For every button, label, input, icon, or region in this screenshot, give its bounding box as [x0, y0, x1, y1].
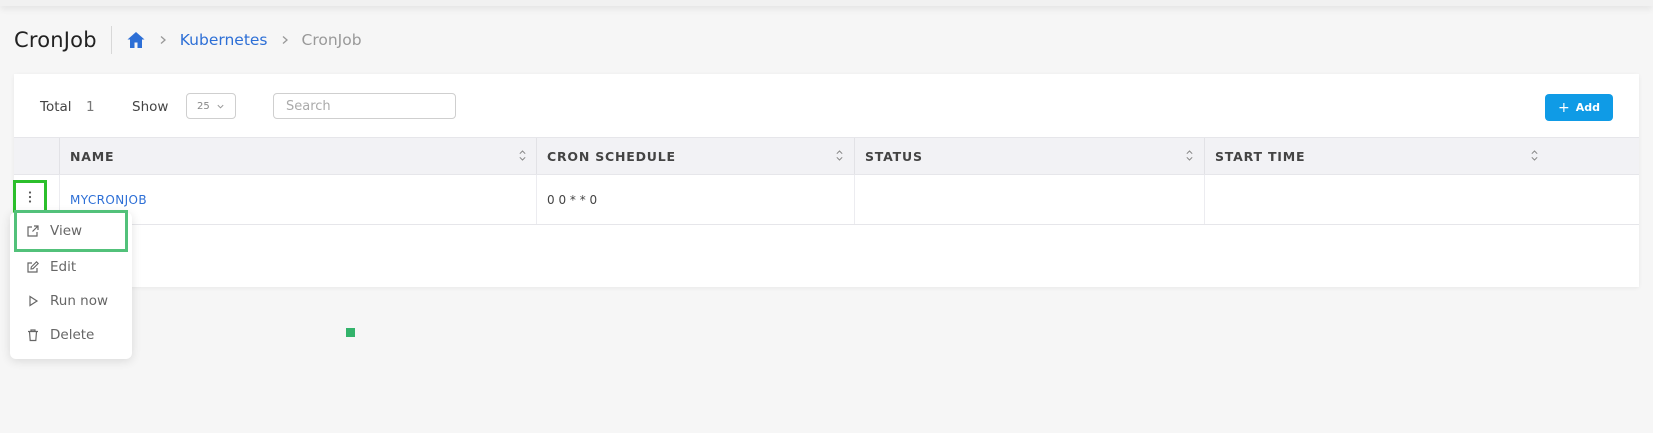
- add-button-label: Add: [1575, 101, 1600, 114]
- page-size-select[interactable]: 25: [186, 93, 236, 119]
- page-title: CronJob: [14, 28, 97, 52]
- cronjob-name-link[interactable]: MYCRONJOB: [70, 193, 147, 207]
- edit-icon: [26, 260, 40, 274]
- show-label: Show: [132, 99, 169, 115]
- search-input[interactable]: [273, 93, 456, 119]
- page-size-value: 25: [197, 100, 210, 112]
- sort-icon: [518, 149, 527, 162]
- cell-status: [854, 175, 1204, 224]
- column-header-label: NAME: [70, 148, 115, 164]
- sort-icon: [1185, 149, 1194, 162]
- chevron-right-icon: [280, 35, 290, 45]
- menu-item-run-now[interactable]: Run now: [14, 284, 128, 318]
- breadcrumb-current: CronJob: [301, 31, 362, 49]
- row-actions-menu: View Edit Run now Delete: [10, 210, 132, 359]
- sort-icon: [835, 149, 844, 162]
- plus-icon: +: [1558, 99, 1570, 116]
- column-header-status[interactable]: STATUS: [854, 138, 1204, 174]
- page-header: CronJob Kubernetes CronJob: [14, 24, 362, 56]
- column-header-label: CRON SCHEDULE: [547, 148, 676, 164]
- cell-start-time: [1204, 175, 1549, 224]
- chevron-down-icon: [216, 102, 225, 111]
- chevron-right-icon: [158, 35, 168, 45]
- row-actions-button[interactable]: [13, 180, 47, 214]
- column-header-label: STATUS: [865, 148, 923, 164]
- breadcrumb-kubernetes[interactable]: Kubernetes: [180, 31, 268, 49]
- total-label: Total: [40, 99, 72, 115]
- total-count: 1: [86, 99, 95, 115]
- play-icon: [26, 294, 40, 308]
- kebab-menu-icon: [27, 190, 33, 204]
- title-divider: [110, 26, 112, 54]
- column-header-name[interactable]: NAME: [59, 138, 537, 174]
- cell-cron-schedule: 0 0 * * 0: [536, 175, 854, 224]
- menu-item-edit[interactable]: Edit: [14, 250, 128, 284]
- cronjob-table-card: Total 1 Show 25 + Add NAME CRON SCHEDULE: [14, 74, 1639, 287]
- trash-icon: [26, 328, 40, 342]
- menu-item-label: Run now: [50, 293, 109, 309]
- add-button[interactable]: + Add: [1545, 94, 1613, 121]
- menu-item-label: Edit: [50, 259, 77, 275]
- column-header-label: START TIME: [1215, 148, 1306, 164]
- home-icon[interactable]: [126, 30, 146, 50]
- top-bar: [0, 0, 1653, 6]
- cursor-marker: [346, 328, 355, 337]
- menu-item-view[interactable]: View: [14, 210, 128, 252]
- column-header-cron-schedule[interactable]: CRON SCHEDULE: [536, 138, 854, 174]
- table-header: NAME CRON SCHEDULE STATUS START TIME: [14, 137, 1639, 175]
- table-toolbar: Total 1 Show 25 + Add: [14, 74, 1639, 136]
- external-link-icon: [26, 224, 40, 238]
- sort-icon: [1530, 149, 1539, 162]
- menu-item-delete[interactable]: Delete: [14, 318, 128, 352]
- menu-item-label: View: [50, 223, 83, 239]
- menu-item-label: Delete: [50, 327, 95, 343]
- breadcrumb: Kubernetes CronJob: [126, 30, 362, 50]
- column-header-start-time[interactable]: START TIME: [1204, 138, 1549, 174]
- table-row: MYCRONJOB 0 0 * * 0: [14, 175, 1639, 225]
